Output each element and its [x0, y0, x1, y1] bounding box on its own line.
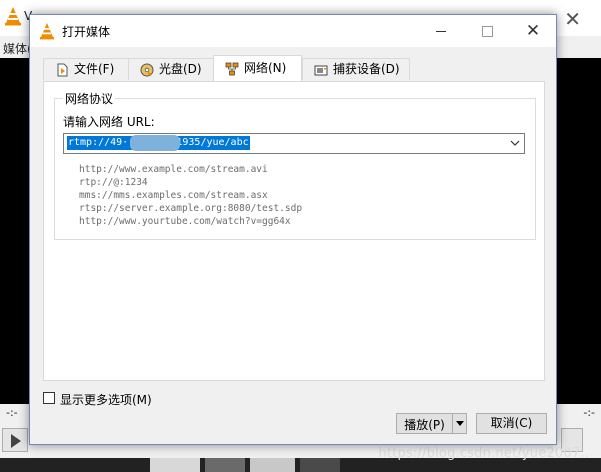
tab-disc[interactable]: 光盘(D) — [128, 58, 220, 80]
play-button[interactable] — [2, 428, 28, 452]
example-url: rtp://@:1234 — [79, 177, 148, 188]
remaining-time: -:- — [583, 406, 595, 419]
taskbar-thumbnail — [205, 458, 245, 472]
dropdown-arrow-icon[interactable] — [456, 421, 464, 426]
url-examples: http://www.example.com/stream.avi rtp://… — [79, 163, 302, 228]
dialog-title: 打开媒体 — [62, 25, 111, 39]
vlc-main-close-icon[interactable]: ✕ — [564, 7, 581, 31]
tab-capture-device[interactable]: 捕获设备(D) — [302, 58, 410, 80]
redacted-blur — [130, 135, 180, 151]
tab-file-label: 文件(F) — [74, 62, 115, 76]
taskbar-thumbnail — [250, 458, 295, 472]
maximize-button[interactable] — [464, 15, 510, 47]
play-icon — [11, 434, 21, 448]
example-url: rtsp://server.example.org:8080/test.sdp — [79, 203, 303, 214]
tab-file[interactable]: 文件(F) — [43, 58, 139, 80]
capture-device-icon — [314, 65, 328, 76]
url-label: 请输入网络 URL: — [63, 115, 155, 129]
play-button-label: 播放(P) — [404, 418, 445, 432]
watermark-text: https://blog.csdn.net/yue2007.. — [378, 446, 589, 461]
show-more-options-label: 显示更多选项(M) — [60, 393, 152, 407]
vlc-cone-icon — [5, 7, 21, 26]
chevron-down-icon[interactable] — [509, 136, 521, 150]
example-url: mms://mms.examples.com/stream.asx — [79, 190, 268, 201]
disc-icon — [140, 63, 154, 77]
tab-disc-label: 光盘(D) — [159, 62, 202, 76]
minimize-button[interactable] — [418, 15, 464, 47]
network-protocol-group: 网络协议 请输入网络 URL: rtmp://49·····199:1935/y… — [54, 90, 536, 240]
url-combobox[interactable]: rtmp://49·····199:1935/yue/abc — [63, 133, 525, 154]
cancel-button[interactable]: 取消(C) — [476, 413, 547, 434]
elapsed-time: -:- — [6, 406, 18, 419]
network-panel: 网络协议 请输入网络 URL: rtmp://49·····199:1935/y… — [43, 81, 545, 381]
show-more-options-checkbox[interactable] — [43, 392, 55, 404]
vlc-cone-icon — [40, 23, 54, 40]
file-icon — [57, 63, 68, 77]
tab-network[interactable]: 网络(N) — [213, 55, 302, 81]
example-url: http://www.example.com/stream.avi — [79, 164, 268, 175]
group-title: 网络协议 — [63, 90, 116, 107]
close-button[interactable]: ✕ — [510, 15, 556, 47]
maximize-icon — [481, 25, 493, 37]
example-url: http://www.yourtube.com/watch?v=gg64x — [79, 216, 291, 227]
split-divider — [452, 414, 453, 433]
dialog-titlebar: 打开媒体 ✕ — [30, 15, 556, 47]
close-icon: ✕ — [525, 20, 541, 41]
tab-network-label: 网络(N) — [244, 61, 287, 75]
tab-capture-device-label: 捕获设备(D) — [333, 62, 400, 76]
open-media-dialog: 打开媒体 ✕ 文件(F) 光盘(D) 网络(N) 捕获设备(D) 网络协议 请输… — [29, 14, 557, 445]
taskbar-thumbnail — [150, 458, 200, 472]
play-split-button[interactable]: 播放(P) — [396, 413, 467, 434]
vlc-menu-media[interactable]: 媒体( — [3, 40, 32, 57]
taskbar-thumbnail — [300, 458, 340, 472]
network-icon — [225, 62, 239, 76]
minimize-icon — [436, 30, 446, 32]
